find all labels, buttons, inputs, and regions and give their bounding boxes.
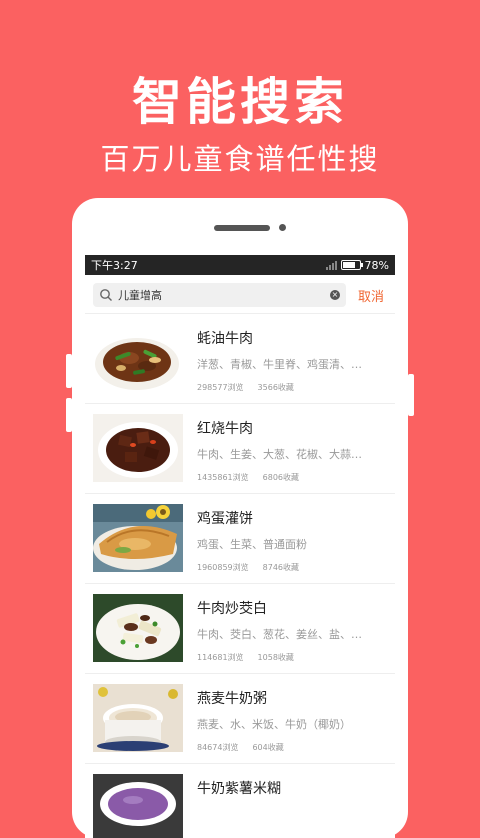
recipe-ingredients: 鸡蛋、生菜、普通面粉	[197, 538, 307, 551]
recipe-title: 牛肉炒茭白	[197, 601, 267, 617]
recipe-info: 牛奶紫薯米糊	[197, 774, 387, 798]
recipe-stats: 298577浏览 3566收藏	[197, 382, 387, 393]
recipe-views: 114681浏览	[197, 653, 244, 662]
recipe-image	[93, 684, 183, 752]
recipe-ingredients: 牛肉、茭白、葱花、姜丝、盐、…	[197, 628, 362, 641]
recipe-title: 燕麦牛奶粥	[197, 691, 267, 707]
phone-power-button	[408, 374, 414, 416]
signal-icon	[325, 260, 337, 270]
search-query: 儿童增高	[118, 289, 162, 302]
clear-icon[interactable]: ×	[329, 290, 340, 300]
recipe-views: 298577浏览	[197, 383, 244, 392]
battery-level: 78%	[364, 258, 389, 272]
list-item[interactable]: 红烧牛肉 牛肉、生姜、大葱、花椒、大蒜… 1435861浏览 6806收藏	[85, 404, 395, 494]
recipe-image	[93, 324, 183, 392]
recipe-favorites: 8746收藏	[262, 563, 299, 572]
phone-frame: 下午3:27 78% 儿童增高 × 取消 蚝油牛肉 洋葱、青椒、牛里脊、鸡蛋清、…	[66, 198, 414, 838]
recipe-ingredients: 洋葱、青椒、牛里脊、鸡蛋清、…	[197, 358, 362, 371]
search-input[interactable]: 儿童增高 ×	[93, 283, 346, 307]
recipe-image	[93, 594, 183, 662]
recipe-views: 1435861浏览	[197, 473, 249, 482]
hero-title: 智能搜索	[132, 73, 348, 131]
recipe-stats: 1435861浏览 6806收藏	[197, 472, 387, 483]
recipe-info: 蚝油牛肉 洋葱、青椒、牛里脊、鸡蛋清、… 298577浏览 3566收藏	[197, 324, 387, 393]
phone-screen: 下午3:27 78% 儿童增高 × 取消 蚝油牛肉 洋葱、青椒、牛里脊、鸡蛋清、…	[85, 255, 395, 838]
recipe-image	[93, 504, 183, 572]
recipe-info: 牛肉炒茭白 牛肉、茭白、葱花、姜丝、盐、… 114681浏览 1058收藏	[197, 594, 387, 663]
recipe-stats: 1960859浏览 8746收藏	[197, 562, 387, 573]
list-item[interactable]: 鸡蛋灌饼 鸡蛋、生菜、普通面粉 1960859浏览 8746收藏	[85, 494, 395, 584]
hero-subtitle: 百万儿童食谱任性搜	[100, 142, 380, 176]
list-item[interactable]: 牛奶紫薯米糊	[85, 764, 395, 838]
cancel-button[interactable]: 取消	[358, 286, 384, 305]
recipe-title: 鸡蛋灌饼	[197, 511, 253, 527]
recipe-info: 红烧牛肉 牛肉、生姜、大葱、花椒、大蒜… 1435861浏览 6806收藏	[197, 414, 387, 483]
recipe-views: 84674浏览	[197, 743, 239, 752]
recipe-info: 燕麦牛奶粥 燕麦、水、米饭、牛奶（椰奶） 84674浏览 604收藏	[197, 684, 387, 753]
list-item[interactable]: 牛肉炒茭白 牛肉、茭白、葱花、姜丝、盐、… 114681浏览 1058收藏	[85, 584, 395, 674]
phone-side-button	[66, 398, 72, 432]
battery-icon	[340, 260, 363, 270]
recipe-image	[93, 774, 183, 838]
phone-side-button	[66, 354, 72, 388]
recipe-ingredients: 牛肉、生姜、大葱、花椒、大蒜…	[197, 448, 362, 461]
status-bar: 下午3:27 78%	[85, 255, 395, 275]
recipe-info: 鸡蛋灌饼 鸡蛋、生菜、普通面粉 1960859浏览 8746收藏	[197, 504, 387, 573]
recipe-favorites: 3566收藏	[257, 383, 294, 392]
phone-camera	[279, 224, 286, 231]
recipe-favorites: 1058收藏	[257, 653, 294, 662]
recipe-image	[93, 414, 183, 482]
status-time: 下午3:27	[91, 259, 138, 272]
recipe-ingredients: 燕麦、水、米饭、牛奶（椰奶）	[197, 718, 351, 731]
search-icon	[100, 289, 112, 301]
recipe-title: 红烧牛肉	[197, 421, 253, 437]
recipe-stats: 84674浏览 604收藏	[197, 742, 387, 753]
phone-speaker	[214, 225, 270, 231]
recipe-stats: 114681浏览 1058收藏	[197, 652, 387, 663]
list-item[interactable]: 蚝油牛肉 洋葱、青椒、牛里脊、鸡蛋清、… 298577浏览 3566收藏	[85, 314, 395, 404]
status-indicators: 78%	[325, 258, 389, 272]
recipe-title: 蚝油牛肉	[197, 331, 253, 347]
recipe-views: 1960859浏览	[197, 563, 249, 572]
search-bar: 儿童增高 × 取消	[85, 277, 395, 314]
recipe-favorites: 604收藏	[252, 743, 284, 752]
recipe-favorites: 6806收藏	[262, 473, 299, 482]
list-item[interactable]: 燕麦牛奶粥 燕麦、水、米饭、牛奶（椰奶） 84674浏览 604收藏	[85, 674, 395, 764]
recipe-title: 牛奶紫薯米糊	[197, 781, 281, 797]
